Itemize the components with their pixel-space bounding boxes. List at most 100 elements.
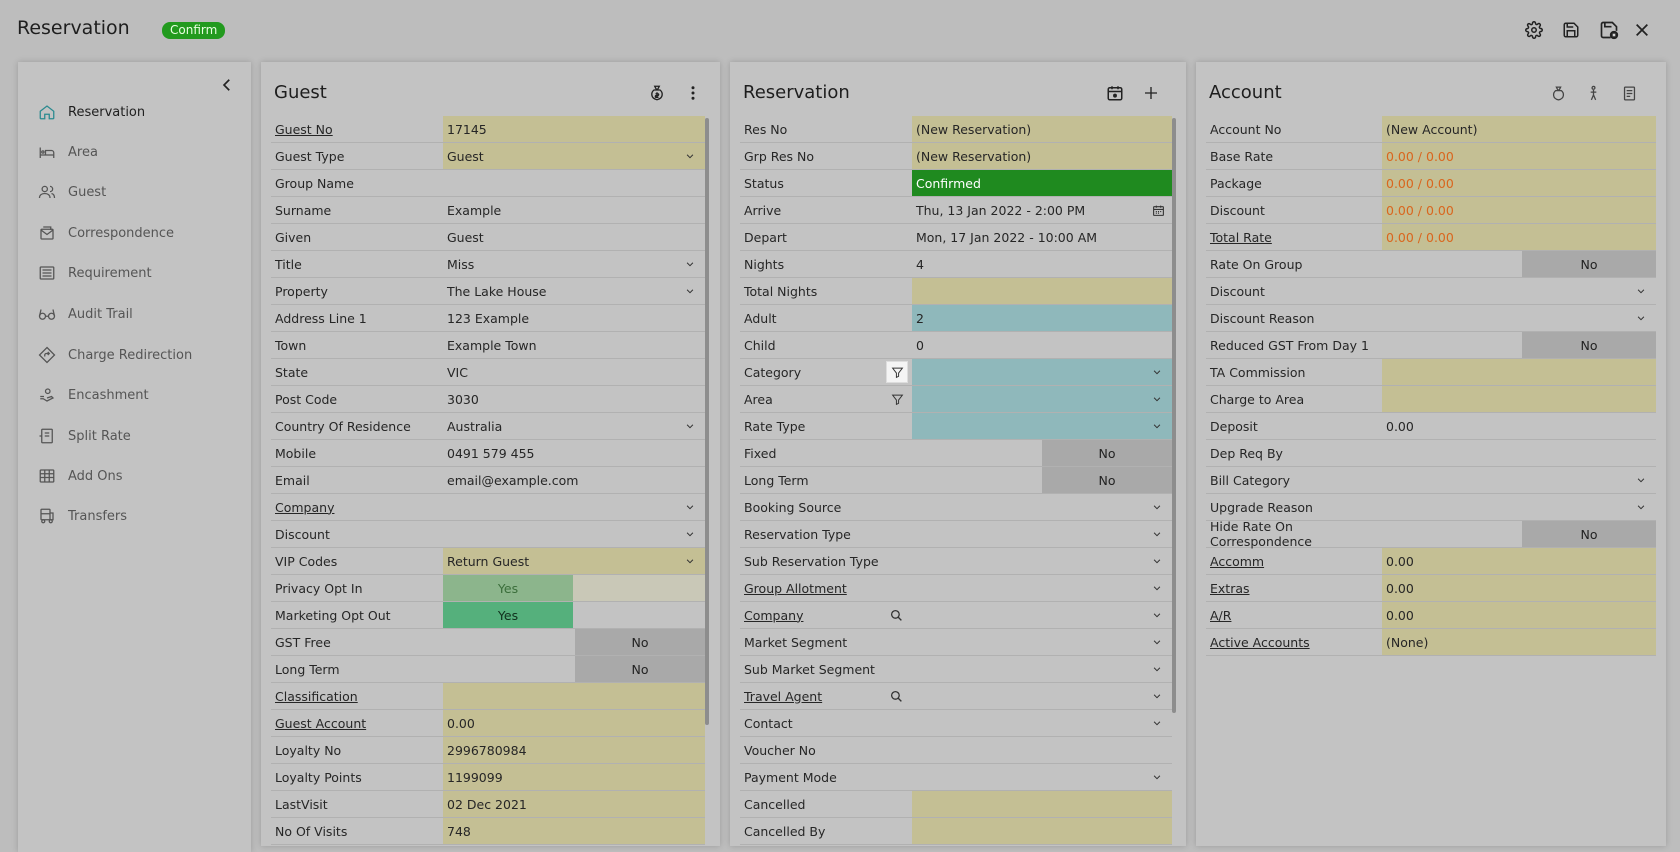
deposit-field[interactable]: 0.00 <box>1382 413 1656 439</box>
reduced-gst-from-day-1-toggle[interactable]: No <box>1522 332 1656 358</box>
sidebar-item-split-rate[interactable]: Split Rate <box>36 424 236 448</box>
calendar-icon[interactable] <box>1150 202 1166 218</box>
adult-field[interactable]: 2 <box>912 305 1172 331</box>
guest-type-select[interactable]: Guest <box>443 143 705 169</box>
field-label-group-allotment[interactable]: Group Allotment <box>740 575 912 601</box>
field-label-company[interactable]: Company <box>271 494 443 520</box>
discount-select[interactable] <box>1382 278 1656 304</box>
toggle-off-spacer[interactable] <box>443 629 575 655</box>
fixed-toggle[interactable]: No <box>1042 440 1172 466</box>
sidebar-item-transfers[interactable]: Transfers <box>36 504 236 528</box>
company-select[interactable] <box>443 494 705 520</box>
classification-field[interactable] <box>443 683 705 709</box>
hide-rate-on-correspondence-toggle[interactable]: No <box>1522 521 1656 547</box>
field-label-total-rate[interactable]: Total Rate <box>1206 224 1382 250</box>
post-code-field[interactable]: 3030 <box>443 386 705 412</box>
save-icon[interactable] <box>1559 18 1583 42</box>
discount-field[interactable]: 0.00 / 0.00 <box>1382 197 1656 223</box>
sub-reservation-type-select[interactable] <box>912 548 1172 574</box>
email-field[interactable]: email@example.com <box>443 467 705 493</box>
calendar-add-icon[interactable] <box>1104 82 1126 104</box>
upgrade-reason-select[interactable] <box>1382 494 1656 520</box>
toggle-off-spacer[interactable] <box>912 440 1042 466</box>
nights-field[interactable]: 4 <box>912 251 1172 277</box>
guest-account-field[interactable]: 0.00 <box>443 710 705 736</box>
area-select[interactable] <box>912 386 1172 412</box>
collapse-sidebar-icon[interactable] <box>218 76 236 94</box>
reservation-scrollbar[interactable] <box>1172 118 1176 713</box>
gst-free-toggle[interactable]: No <box>575 629 705 655</box>
search-icon[interactable] <box>888 607 904 623</box>
category-select[interactable] <box>912 359 1172 385</box>
account-no-field[interactable]: (New Account) <box>1382 116 1656 142</box>
res-no-field[interactable]: (New Reservation) <box>912 116 1172 142</box>
toggle-off-spacer[interactable] <box>1382 521 1522 547</box>
state-field[interactable]: VIC <box>443 359 705 385</box>
sidebar-item-guest[interactable]: Guest <box>36 180 236 204</box>
address-line-1-field[interactable]: 123 Example <box>443 305 705 331</box>
arrive-field[interactable]: Thu, 13 Jan 2022 - 2:00 PM <box>912 197 1172 223</box>
field-label-classification[interactable]: Classification <box>271 683 443 709</box>
rate-on-group-toggle[interactable]: No <box>1522 251 1656 277</box>
gear-icon[interactable] <box>1522 18 1546 42</box>
package-field[interactable]: 0.00 / 0.00 <box>1382 170 1656 196</box>
lastvisit-field[interactable]: 02 Dec 2021 <box>443 791 705 817</box>
country-of-residence-select[interactable]: Australia <box>443 413 705 439</box>
toggle-off-spacer[interactable] <box>912 467 1042 493</box>
sidebar-item-correspondence[interactable]: Correspondence <box>36 221 236 245</box>
guest-scrollbar[interactable] <box>705 118 709 725</box>
sidebar-item-charge-redirection[interactable]: Charge Redirection <box>36 343 236 367</box>
sub-market-segment-select[interactable] <box>912 656 1172 682</box>
loyalty-no-field[interactable]: 2996780984 <box>443 737 705 763</box>
filter-icon[interactable] <box>886 361 908 383</box>
sidebar-item-audit-trail[interactable]: Audit Trail <box>36 302 236 326</box>
toggle-off-spacer[interactable] <box>443 656 575 682</box>
toggle-no-side[interactable] <box>573 575 705 601</box>
field-label-a-r[interactable]: A/R <box>1206 602 1382 628</box>
contact-select[interactable] <box>912 710 1172 736</box>
cancelled-by-field[interactable] <box>912 818 1172 844</box>
money-bag-icon[interactable] <box>1547 82 1569 104</box>
status-field[interactable]: Confirmed <box>912 170 1172 196</box>
group-allotment-select[interactable] <box>912 575 1172 601</box>
town-field[interactable]: Example Town <box>443 332 705 358</box>
no-of-visits-field[interactable]: 748 <box>443 818 705 844</box>
payment-mode-select[interactable] <box>912 764 1172 790</box>
depart-field[interactable]: Mon, 17 Jan 2022 - 10:00 AM <box>912 224 1172 250</box>
filter-icon[interactable] <box>886 388 908 410</box>
save-close-icon[interactable] <box>1597 18 1621 42</box>
close-icon[interactable] <box>1630 18 1654 42</box>
field-label-accomm[interactable]: Accomm <box>1206 548 1382 574</box>
surname-field[interactable]: Example <box>443 197 705 223</box>
vip-codes-select[interactable]: Return Guest <box>443 548 705 574</box>
active-accounts-field[interactable]: (None) <box>1382 629 1656 655</box>
sidebar-item-area[interactable]: Area <box>36 140 236 164</box>
sidebar-item-requirement[interactable]: Requirement <box>36 261 236 285</box>
reservation-type-select[interactable] <box>912 521 1172 547</box>
receipt-icon[interactable] <box>1618 82 1640 104</box>
toggle-no-side[interactable] <box>573 602 705 628</box>
charge-to-area-field[interactable] <box>1382 386 1656 412</box>
property-select[interactable]: The Lake House <box>443 278 705 304</box>
discount-reason-select[interactable] <box>1382 305 1656 331</box>
field-label-active-accounts[interactable]: Active Accounts <box>1206 629 1382 655</box>
toggle-off-spacer[interactable] <box>1382 251 1522 277</box>
rate-type-select[interactable] <box>912 413 1172 439</box>
money-bag-icon[interactable] <box>646 82 668 104</box>
mobile-field[interactable]: 0491 579 455 <box>443 440 705 466</box>
company-select[interactable] <box>912 602 1172 628</box>
base-rate-field[interactable]: 0.00 / 0.00 <box>1382 143 1656 169</box>
sidebar-item-reservation[interactable]: Reservation <box>36 100 236 124</box>
given-field[interactable]: Guest <box>443 224 705 250</box>
field-label-guest-no[interactable]: Guest No <box>271 116 443 142</box>
child-field[interactable]: 0 <box>912 332 1172 358</box>
search-icon[interactable] <box>888 688 904 704</box>
accomm-field[interactable]: 0.00 <box>1382 548 1656 574</box>
guest-no-field[interactable]: 17145 <box>443 116 705 142</box>
field-label-extras[interactable]: Extras <box>1206 575 1382 601</box>
person-move-icon[interactable] <box>1582 82 1604 104</box>
long-term-toggle[interactable]: No <box>1042 467 1172 493</box>
toggle-off-spacer[interactable] <box>1382 332 1522 358</box>
title-select[interactable]: Miss <box>443 251 705 277</box>
dep-req-by-field[interactable] <box>1382 440 1656 466</box>
